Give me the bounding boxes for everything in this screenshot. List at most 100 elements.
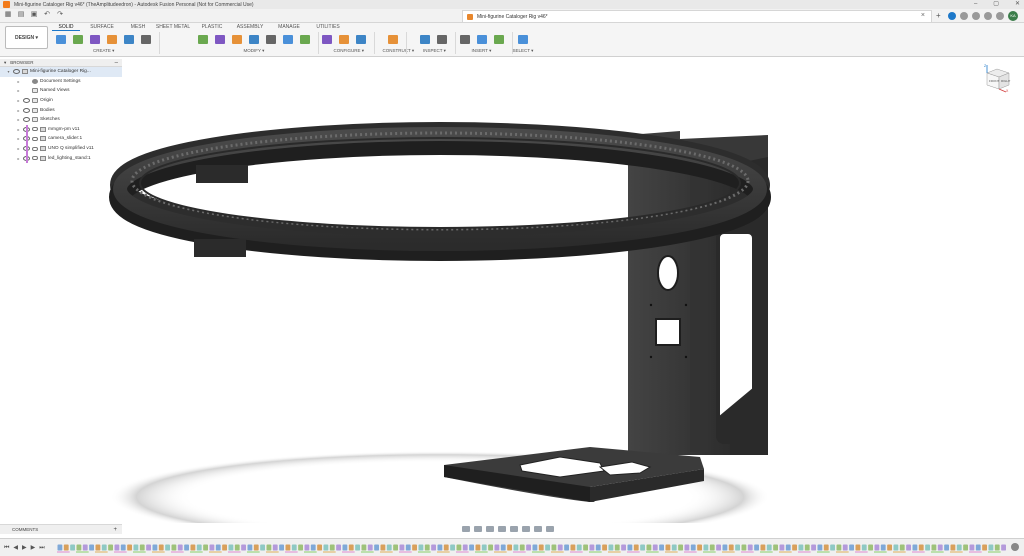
browser-tree-item[interactable]: ▸ Document Settings — [0, 77, 122, 87]
ribbon-tool-5-0-icon[interactable] — [458, 33, 472, 46]
ribbon-tool-0-1-icon[interactable] — [71, 33, 85, 46]
comments-panel[interactable]: COMMENTS + — [0, 524, 122, 534]
ribbon-tool-5-2-icon[interactable] — [492, 33, 506, 46]
timeline-feature-icon[interactable] — [443, 544, 449, 551]
timeline-feature-icon[interactable] — [899, 544, 905, 551]
timeline-feature-icon[interactable] — [437, 544, 443, 551]
timeline-feature-icon[interactable] — [253, 544, 259, 551]
workspace-switcher[interactable]: DESIGN ▾ — [5, 26, 48, 49]
notifications-icon[interactable] — [972, 12, 980, 20]
browser-header[interactable]: ▾ BROWSER – — [0, 59, 122, 67]
timeline-feature-icon[interactable] — [374, 544, 379, 551]
help-icon[interactable] — [996, 12, 1004, 20]
expand-arrow-icon[interactable]: ▸ — [16, 127, 21, 132]
timeline-feature-icon[interactable] — [956, 544, 962, 551]
data-panel-icon[interactable]: ▦ — [4, 11, 12, 19]
timeline-feature-icon[interactable] — [108, 544, 113, 551]
timeline-feature-icon[interactable] — [215, 544, 221, 551]
timeline-feature-icon[interactable] — [595, 544, 601, 551]
step-forward-icon[interactable]: ▶ — [31, 544, 36, 552]
visibility-eye-icon[interactable] — [23, 117, 30, 123]
ribbon-tool-2-2-icon[interactable] — [354, 33, 368, 46]
visibility-eye-icon[interactable] — [23, 98, 30, 104]
viewcube-right-label[interactable]: RIGHT — [1001, 79, 1011, 83]
ribbon-tab-surface[interactable]: SURFACE — [80, 23, 124, 31]
timeline-feature-icon[interactable] — [747, 544, 753, 551]
timeline-feature-icon[interactable] — [260, 544, 265, 551]
online-status-icon[interactable] — [984, 12, 992, 20]
timeline-feature-icon[interactable] — [196, 544, 202, 551]
browser-tree-item[interactable]: ▸ Bodies — [0, 105, 122, 115]
timeline-feature-icon[interactable] — [722, 544, 728, 551]
ribbon-group-label[interactable]: SELECT ▾ — [513, 48, 534, 54]
timeline-feature-icon[interactable] — [234, 544, 240, 551]
ribbon-tool-0-4-icon[interactable] — [122, 33, 136, 46]
timeline-feature-icon[interactable] — [456, 544, 462, 551]
timeline-feature-icon[interactable] — [272, 544, 278, 551]
timeline-feature-icon[interactable] — [95, 544, 101, 551]
viewcube-front-label[interactable]: FRONT — [989, 79, 999, 83]
ribbon-tool-3-0-icon[interactable] — [386, 33, 400, 46]
timeline-feature-icon[interactable] — [203, 544, 208, 551]
timeline-feature-icon[interactable] — [329, 544, 335, 551]
timeline-feature-icon[interactable] — [570, 544, 576, 551]
timeline-feature-icon[interactable] — [836, 544, 842, 551]
timeline-feature-icon[interactable] — [63, 544, 69, 551]
timeline-feature-icon[interactable] — [931, 544, 937, 551]
timeline-feature-icon[interactable] — [855, 544, 861, 551]
3d-viewport[interactable] — [0, 57, 1024, 523]
close-window-button[interactable]: ✕ — [1015, 0, 1020, 9]
timeline-feature-icon[interactable] — [709, 544, 715, 551]
timeline-feature-icon[interactable] — [82, 544, 88, 551]
timeline-feature-icon[interactable] — [1001, 544, 1006, 551]
ribbon-tool-2-1-icon[interactable] — [337, 33, 351, 46]
ribbon-tool-1-3-icon[interactable] — [247, 33, 261, 46]
timeline-feature-icon[interactable] — [602, 544, 607, 551]
browser-tree-item[interactable]: ▸ mmgm-pm v11 — [0, 124, 122, 135]
timeline-feature-icon[interactable] — [608, 544, 614, 551]
timeline-feature-icon[interactable] — [532, 544, 538, 551]
ribbon-group-label[interactable]: CREATE ▾ — [93, 48, 114, 54]
timeline-feature-icon[interactable] — [690, 544, 696, 551]
timeline-feature-icon[interactable] — [127, 544, 132, 551]
timeline-settings-icon[interactable] — [1011, 543, 1019, 551]
ribbon-tool-1-0-icon[interactable] — [196, 33, 210, 46]
timeline-feature-icon[interactable] — [842, 544, 848, 551]
timeline-feature-icon[interactable] — [399, 544, 405, 551]
timeline-feature-icon[interactable] — [950, 544, 956, 551]
viewports-icon[interactable] — [546, 525, 554, 532]
browser-tree-item[interactable]: ▸ UNO Q simplified v11 — [0, 143, 122, 154]
timeline-feature-icon[interactable] — [405, 544, 411, 551]
ribbon-group-label[interactable]: MODIFY ▾ — [244, 48, 265, 54]
timeline-feature-icon[interactable] — [779, 544, 785, 551]
timeline-feature-icon[interactable] — [830, 544, 835, 551]
panel-minimize-icon[interactable]: – — [115, 59, 118, 67]
timeline-feature-icon[interactable] — [678, 544, 683, 551]
ribbon-tool-4-1-icon[interactable] — [435, 33, 449, 46]
timeline-feature-icon[interactable] — [342, 544, 348, 551]
browser-tree-item[interactable]: ▸ Sketches — [0, 115, 122, 125]
ribbon-tool-5-1-icon[interactable] — [475, 33, 489, 46]
expand-arrow-icon[interactable]: ▸ — [16, 98, 21, 103]
timeline-feature-icon[interactable] — [279, 544, 284, 551]
collapse-arrow-icon[interactable]: ▾ — [4, 60, 6, 66]
ribbon-tool-1-1-icon[interactable] — [213, 33, 227, 46]
timeline-feature-icon[interactable] — [431, 544, 436, 551]
timeline-feature-icon[interactable] — [418, 544, 424, 551]
timeline-feature-icon[interactable] — [811, 544, 816, 551]
timeline-feature-icon[interactable] — [741, 544, 747, 551]
timeline-feature-icon[interactable] — [697, 544, 702, 551]
timeline-feature-icon[interactable] — [798, 544, 804, 551]
minimize-button[interactable]: – — [974, 0, 977, 9]
ribbon-tab-manage[interactable]: MANAGE — [270, 23, 308, 31]
timeline-feature-icon[interactable] — [177, 544, 183, 551]
ribbon-tool-4-0-icon[interactable] — [418, 33, 432, 46]
ribbon-tab-plastic[interactable]: PLASTIC — [194, 23, 230, 31]
ribbon-tool-0-0-icon[interactable] — [54, 33, 68, 46]
maximize-button[interactable]: ▢ — [993, 0, 999, 9]
job-status-icon[interactable] — [960, 12, 968, 20]
timeline-feature-icon[interactable] — [424, 544, 430, 551]
save-icon[interactable]: ▣ — [30, 11, 38, 19]
timeline-feature-icon[interactable] — [982, 544, 987, 551]
timeline-feature-icon[interactable] — [323, 544, 329, 551]
